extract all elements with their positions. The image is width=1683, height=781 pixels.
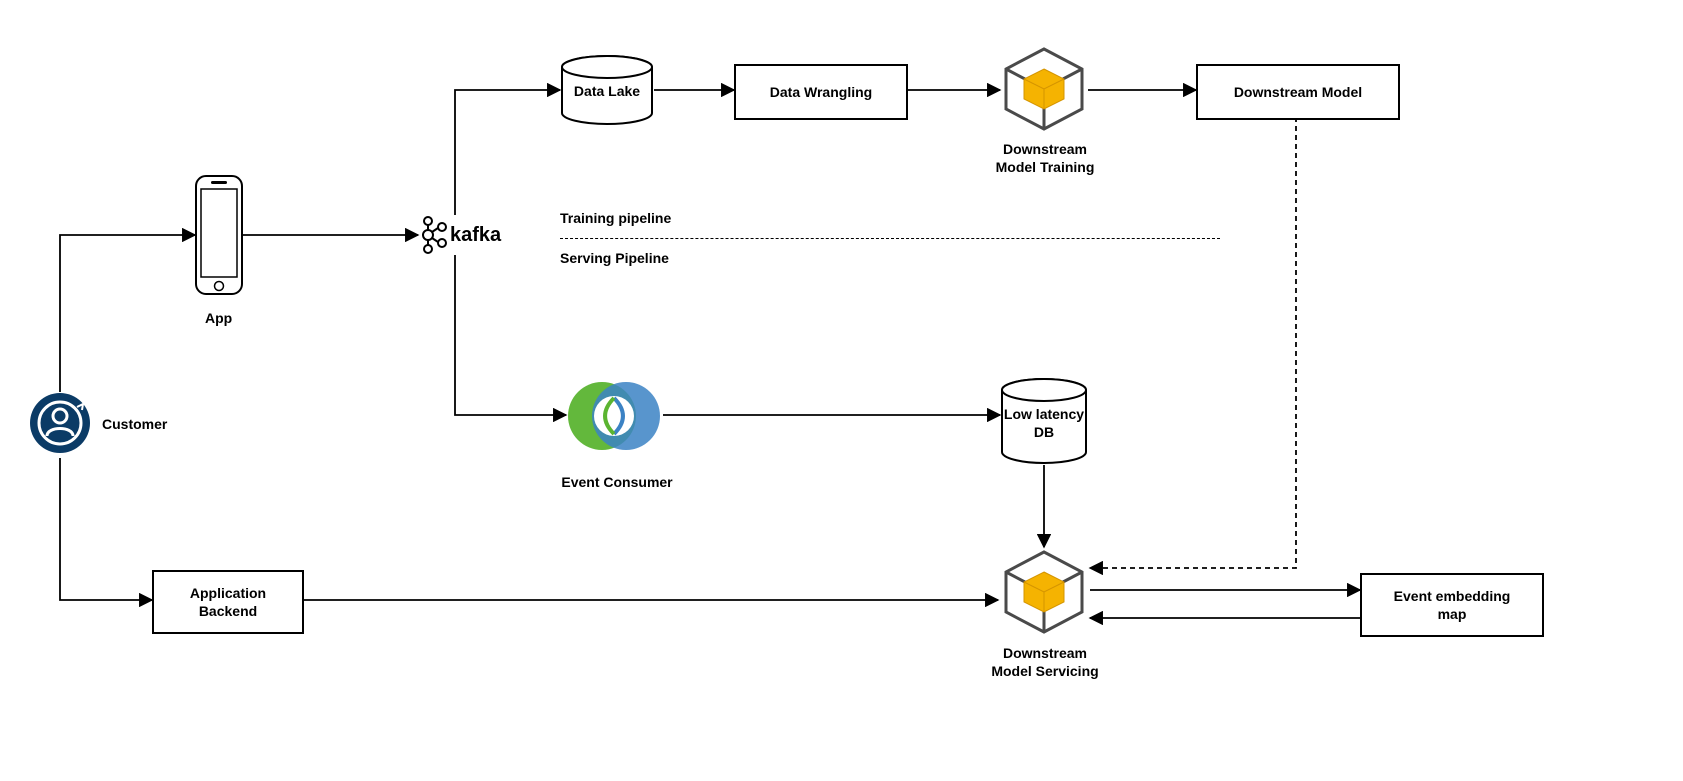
data-wrangling-label: Data Wrangling [770, 84, 872, 100]
model-training-label: Downstream Model Training [975, 140, 1115, 176]
kafka-icon [418, 215, 448, 255]
customer-icon [29, 392, 91, 454]
downstream-model-node: Downstream Model [1196, 64, 1400, 120]
event-embedding-map-node: Event embedding map [1360, 573, 1544, 637]
sagemaker-icon [1000, 45, 1088, 133]
low-latency-db-node: Low latency DB [1000, 378, 1088, 467]
customer-node [29, 392, 91, 457]
data-lake-label: Data Lake [560, 83, 654, 99]
data-lake-node: Data Lake [560, 55, 654, 128]
kafka-label: kafka [450, 224, 501, 247]
app-node [195, 175, 243, 298]
event-consumer-node [566, 368, 662, 467]
event-consumer-label: Event Consumer [552, 474, 682, 490]
data-wrangling-node: Data Wrangling [734, 64, 908, 120]
clojure-icon [566, 368, 662, 464]
low-latency-db-label: Low latency DB [1000, 406, 1088, 441]
pipeline-divider [560, 238, 1220, 239]
event-embedding-map-label: Event embedding map [1394, 587, 1511, 623]
sagemaker-icon [1000, 548, 1088, 636]
kafka-node: kafka [418, 215, 501, 255]
customer-label: Customer [102, 416, 167, 432]
app-label: App [205, 310, 232, 326]
model-servicing-label: Downstream Model Servicing [975, 644, 1115, 680]
training-label: Training pipeline [560, 210, 671, 226]
serving-label: Serving Pipeline [560, 250, 669, 266]
downstream-model-label: Downstream Model [1234, 84, 1362, 100]
model-training-node [1000, 45, 1088, 136]
phone-icon [195, 175, 243, 295]
model-servicing-node [1000, 548, 1088, 639]
app-backend-label: Application Backend [190, 584, 266, 620]
app-backend-node: Application Backend [152, 570, 304, 634]
